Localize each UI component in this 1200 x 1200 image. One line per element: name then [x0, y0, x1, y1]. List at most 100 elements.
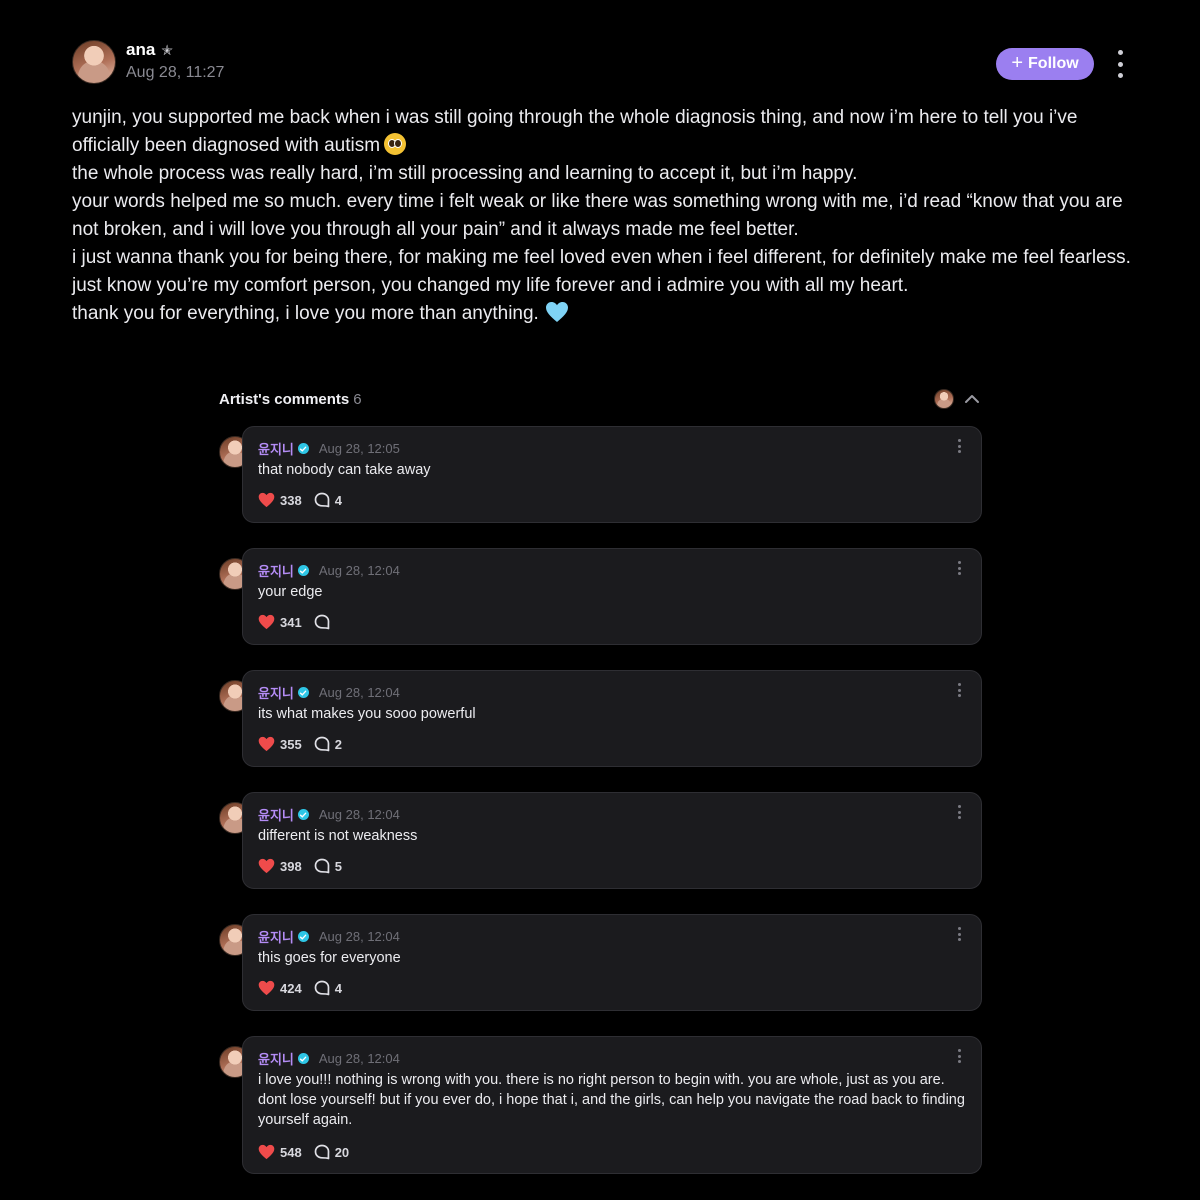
like-count: 338 [280, 492, 302, 508]
comment-bubble-icon[interactable] [314, 980, 330, 996]
reply-count: 2 [334, 736, 342, 752]
heart-icon[interactable] [258, 1144, 275, 1160]
comment-text: that nobody can take away [258, 462, 431, 478]
heart-icon[interactable] [258, 614, 275, 630]
comment-text: your edge [258, 584, 323, 600]
chevron-up-icon[interactable] [963, 390, 981, 408]
comment-card[interactable]: 윤지니 Aug 28, 12:04 its what makes you sooo … [242, 670, 982, 767]
reply-count: 4 [334, 492, 342, 508]
comment-stats: 341 [258, 614, 335, 630]
comment-author[interactable]: 윤지니 [258, 439, 294, 458]
comment-time: Aug 28, 12:04 [318, 685, 400, 700]
verified-icon [297, 809, 309, 820]
comment-bubble-icon[interactable] [314, 492, 330, 508]
follow-button[interactable]: + Follow [996, 48, 1094, 80]
comment-stats: 424 4 [258, 980, 342, 996]
like-count: 548 [280, 1144, 302, 1160]
heart-icon[interactable] [258, 858, 275, 874]
comment-item: 윤지니 Aug 28, 12:04 this goes for everyone 42… [219, 914, 983, 1011]
star-icon: ✭ [161, 41, 174, 58]
post-line: the whole process was really hard, i’m s… [72, 163, 858, 184]
like-count: 341 [280, 614, 302, 630]
comment-bubble-icon[interactable] [314, 736, 330, 752]
more-options-icon[interactable] [1112, 50, 1128, 78]
comment-time: Aug 28, 12:05 [318, 441, 400, 456]
comment-item: 윤지니 Aug 28, 12:04 i love you!!! nothing is… [219, 1036, 983, 1174]
comment-author-row: 윤지니 Aug 28, 12:04 [258, 683, 400, 702]
pleading-face-emoji [384, 133, 407, 155]
like-count: 424 [280, 980, 302, 996]
comment-text: this goes for everyone [258, 950, 401, 966]
author-name[interactable]: ana [126, 40, 155, 60]
comment-text: different is not weakness [258, 828, 418, 844]
post-time: Aug 28, 11:27 [126, 64, 225, 81]
like-count: 355 [280, 736, 302, 752]
comment-time: Aug 28, 12:04 [318, 929, 400, 944]
plus-icon: + [1011, 52, 1024, 74]
comment-card[interactable]: 윤지니 Aug 28, 12:04 i love you!!! nothing is… [242, 1036, 982, 1174]
comment-time: Aug 28, 12:04 [318, 563, 400, 578]
comment-bubble-icon[interactable] [314, 1144, 330, 1160]
comment-card[interactable]: 윤지니 Aug 28, 12:04 different is not weaknes… [242, 792, 982, 889]
comment-more-icon[interactable] [957, 1049, 961, 1063]
comment-time: Aug 28, 12:04 [318, 1051, 400, 1066]
comment-time: Aug 28, 12:04 [318, 807, 400, 822]
post-body: yunjin, you supported me back when i was… [72, 104, 1132, 328]
comment-author-row: 윤지니 Aug 28, 12:04 [258, 561, 400, 580]
comment-item: 윤지니 Aug 28, 12:04 your edge 341 [219, 548, 983, 645]
comment-item: 윤지니 Aug 28, 12:04 its what makes you sooo … [219, 670, 983, 767]
artist-avatar [934, 389, 954, 409]
comment-bubble-icon[interactable] [314, 858, 330, 874]
verified-icon [297, 1053, 309, 1064]
comment-card[interactable]: 윤지니 Aug 28, 12:04 this goes for everyone 42… [242, 914, 982, 1011]
comment-item: 윤지니 Aug 28, 12:04 different is not weaknes… [219, 792, 983, 889]
heart-icon[interactable] [258, 492, 275, 508]
comments-title: Artist's comments 6 [219, 391, 362, 408]
comment-text: its what makes you sooo powerful [258, 706, 476, 722]
comment-more-icon[interactable] [957, 439, 961, 453]
comment-author[interactable]: 윤지니 [258, 683, 294, 702]
post-line: i just wanna thank you for being there, … [72, 247, 1131, 268]
comment-bubble-icon[interactable] [314, 614, 330, 630]
post-line: just know you’re my comfort person, you … [72, 275, 909, 296]
comment-card[interactable]: 윤지니 Aug 28, 12:04 your edge 341 [242, 548, 982, 645]
author-row: ana ✭ [126, 40, 173, 60]
comment-more-icon[interactable] [957, 683, 961, 697]
comment-card[interactable]: 윤지니 Aug 28, 12:05 that nobody can take awa… [242, 426, 982, 523]
comment-author-row: 윤지니 Aug 28, 12:05 [258, 439, 400, 458]
comment-author[interactable]: 윤지니 [258, 805, 294, 824]
reply-count: 20 [334, 1144, 350, 1160]
reply-count: 4 [334, 980, 342, 996]
blue-heart-emoji [545, 302, 568, 322]
verified-icon [297, 443, 309, 454]
heart-icon[interactable] [258, 736, 275, 752]
post-line: your words helped me so much. every time… [72, 191, 1123, 240]
reply-count: 5 [334, 858, 342, 874]
comment-author-row: 윤지니 Aug 28, 12:04 [258, 805, 400, 824]
verified-icon [297, 931, 309, 942]
comment-item: 윤지니 Aug 28, 12:05 that nobody can take awa… [219, 426, 983, 523]
comment-more-icon[interactable] [957, 805, 961, 819]
verified-icon [297, 565, 309, 576]
heart-icon[interactable] [258, 980, 275, 996]
follow-label: Follow [1028, 55, 1079, 72]
post-line: thank you for everything, i love you mor… [72, 300, 1132, 328]
comment-author[interactable]: 윤지니 [258, 1049, 294, 1068]
author-avatar[interactable] [72, 40, 116, 84]
comment-stats: 548 20 [258, 1144, 349, 1160]
comment-author-row: 윤지니 Aug 28, 12:04 [258, 1049, 400, 1068]
like-count: 398 [280, 858, 302, 874]
comment-more-icon[interactable] [957, 927, 961, 941]
comment-author[interactable]: 윤지니 [258, 561, 294, 580]
comment-author[interactable]: 윤지니 [258, 927, 294, 946]
comments-count: 6 [353, 391, 362, 408]
post-header: ana ✭ Aug 28, 11:27 + Follow [72, 40, 1132, 86]
comment-more-icon[interactable] [957, 561, 961, 575]
verified-icon [297, 687, 309, 698]
comment-text: i love you!!! nothing is wrong with you.… [258, 1072, 965, 1128]
artist-comments-header: Artist's comments 6 [219, 388, 983, 412]
comment-author-row: 윤지니 Aug 28, 12:04 [258, 927, 400, 946]
comment-stats: 338 4 [258, 492, 342, 508]
comment-stats: 398 5 [258, 858, 342, 874]
post-line: yunjin, you supported me back when i was… [72, 107, 1078, 156]
